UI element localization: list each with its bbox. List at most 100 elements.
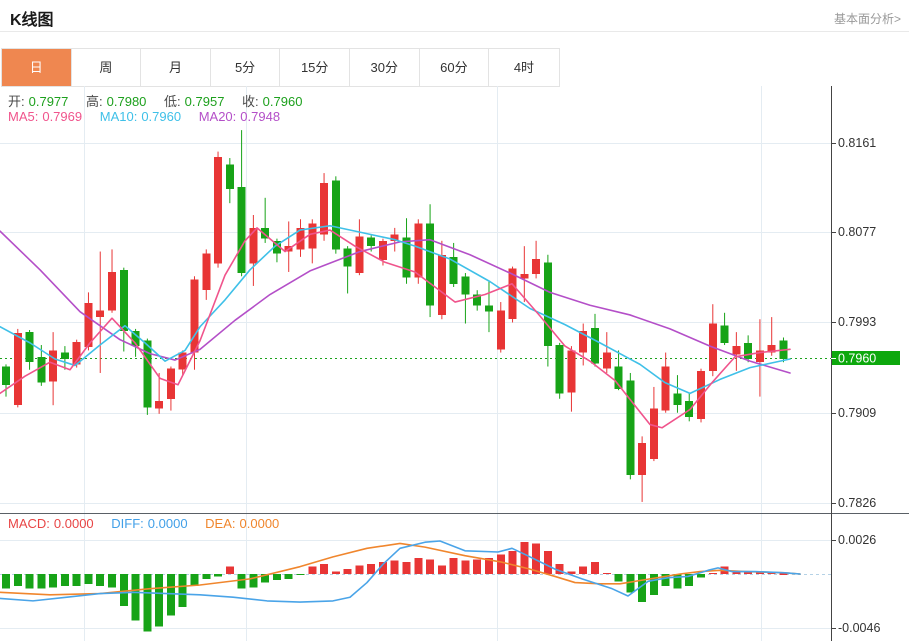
y-axis-label: 0.8077: [838, 225, 876, 239]
macd-bar: [320, 564, 329, 574]
candle-body: [567, 350, 576, 393]
candle-body: [367, 237, 376, 247]
open-label: 开:: [8, 94, 25, 109]
ma5-value: 0.7969: [42, 109, 83, 124]
diff-line: [0, 540, 801, 603]
y-axis-label: 0.7993: [838, 315, 876, 329]
macd-bar: [437, 565, 446, 574]
macd-bar: [190, 574, 199, 587]
macd-bar: [37, 574, 46, 589]
macd-bar: [214, 574, 223, 577]
macd-bar: [508, 550, 517, 574]
macd-bar: [614, 574, 623, 582]
candle-body: [685, 400, 694, 418]
candle-body: [155, 400, 164, 409]
y-axis-label: 0.7909: [838, 406, 876, 420]
macd-bar: [272, 574, 281, 581]
ma20-value: 0.7948: [240, 109, 281, 124]
macd-bar: [296, 574, 305, 576]
macd-bar: [237, 574, 246, 589]
y-axis-label: 0.8161: [838, 136, 876, 150]
macd-bar: [225, 566, 234, 574]
ma20-label: MA20:: [198, 109, 237, 124]
candle-body: [96, 310, 105, 318]
candle-body: [378, 240, 387, 261]
macd-bar: [355, 565, 364, 574]
dea-label: DEA:: [205, 516, 236, 531]
candle-body: [744, 342, 753, 359]
macd-bar: [49, 574, 58, 588]
macd-bar: [166, 574, 175, 616]
candle-body: [60, 352, 69, 359]
macd-bar: [108, 574, 117, 588]
macd-value: 0.0000: [53, 516, 94, 531]
ma5-label: MA5:: [8, 109, 39, 124]
macd-bar: [602, 572, 611, 574]
candle-body: [461, 276, 470, 295]
close-label: 收:: [242, 94, 259, 109]
diff-value: 0.0000: [147, 516, 188, 531]
dea-value: 0.0000: [239, 516, 280, 531]
low-value: 0.7957: [184, 94, 225, 109]
candle-body: [355, 236, 364, 274]
ma-legend: MA5: 0.7969 MA10: 0.7960 MA20: 0.7948: [8, 109, 284, 124]
y-axis-label: -0.0046: [838, 621, 880, 635]
candle-body: [225, 164, 234, 190]
macd-bar: [96, 574, 105, 587]
candle-body: [649, 408, 658, 459]
candle-body: [119, 269, 128, 332]
candle-body: [37, 356, 46, 383]
candle-body: [720, 325, 729, 343]
macd-bar: [143, 574, 152, 632]
macd-bar: [591, 561, 599, 574]
macd-bar: [331, 571, 340, 574]
candle-body: [602, 352, 611, 369]
high-label: 高:: [86, 94, 103, 109]
macd-bar: [496, 554, 505, 574]
candle-body: [414, 223, 423, 278]
ma20-line: [0, 230, 791, 374]
macd-bar: [72, 574, 81, 587]
candle-body: [591, 327, 599, 364]
macd-bar: [119, 574, 128, 606]
candle-body: [426, 223, 435, 306]
macd-bar: [60, 574, 69, 587]
macd-bar: [473, 559, 482, 574]
macd-legend: MACD: 0.0000 DIFF: 0.0000 DEA: 0.0000: [8, 516, 283, 531]
y-axis-label: 0.0026: [838, 533, 876, 547]
close-value: 0.7960: [262, 94, 303, 109]
macd-bar: [249, 574, 258, 588]
macd-bar: [520, 542, 529, 574]
macd-bar: [402, 561, 411, 574]
candle-body: [25, 332, 34, 363]
candle-body: [673, 393, 682, 406]
candle-body: [249, 227, 258, 264]
macd-bar: [13, 574, 22, 587]
macd-bar: [449, 558, 458, 574]
candle-body: [543, 262, 552, 347]
macd-bar: [697, 574, 706, 578]
candle-body: [732, 346, 741, 355]
candle-body: [202, 253, 211, 291]
macd-bar: [708, 572, 717, 574]
macd-bar: [308, 566, 317, 574]
candle-body: [190, 279, 199, 353]
candle-body: [626, 380, 635, 476]
macd-bar: [2, 574, 10, 589]
candle-body: [437, 254, 446, 315]
macd-bar: [202, 574, 211, 579]
macd-bar: [390, 560, 399, 574]
macd-bar: [343, 569, 352, 574]
low-label: 低:: [164, 94, 181, 109]
candle-body: [555, 345, 564, 394]
macd-bar: [131, 574, 140, 621]
candle-body: [331, 180, 340, 250]
current-price-value: 0.7960: [838, 352, 876, 366]
macd-bar: [155, 574, 164, 627]
macd-bar: [461, 560, 470, 574]
macd-bar: [426, 559, 435, 574]
candle-body: [214, 156, 223, 264]
candle-body: [2, 366, 10, 385]
macd-bar: [25, 574, 34, 589]
y-axis-label: 0.7826: [838, 496, 876, 510]
